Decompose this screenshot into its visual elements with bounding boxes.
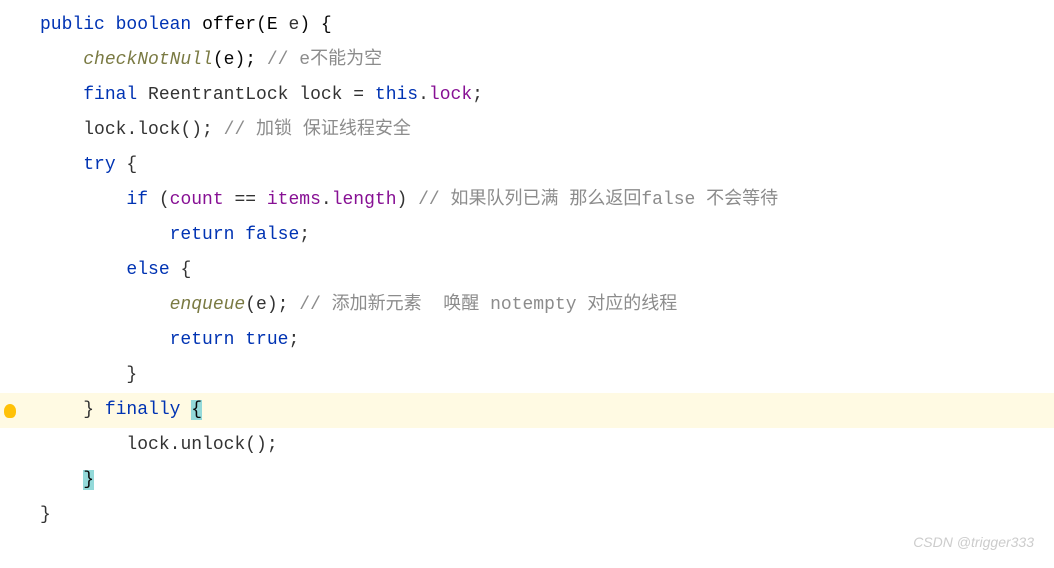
code-editor[interactable]: public boolean offer(E e) { checkNotNull… [0, 0, 1054, 533]
keyword-boolean: boolean [116, 15, 192, 35]
code-line-highlighted: } finally { [0, 393, 1054, 428]
brace: } [40, 505, 51, 525]
code-line: checkNotNull(e); // e不能为空 [40, 43, 1054, 78]
code-line: public boolean offer(E e) { [40, 8, 1054, 43]
code-line: lock.lock(); // 加锁 保证线程安全 [40, 113, 1054, 148]
semi: ; [472, 85, 483, 105]
indent [40, 260, 126, 280]
brace: { [170, 260, 192, 280]
keyword-if: if [126, 190, 148, 210]
comment: // 加锁 保证线程安全 [224, 120, 411, 140]
code-line: lock.unlock(); [40, 428, 1054, 463]
paren: ( [148, 190, 170, 210]
code-line: return true; [40, 323, 1054, 358]
obj: lock [83, 120, 126, 140]
dot: . [321, 190, 332, 210]
field: items [267, 190, 321, 210]
keyword-final: final [83, 85, 137, 105]
param-type: E [267, 15, 278, 35]
brace-matched: { [191, 400, 202, 420]
field: lock [429, 85, 472, 105]
brace: } [83, 400, 105, 420]
indent [40, 85, 83, 105]
op: == [224, 190, 267, 210]
keyword-return: return [170, 225, 235, 245]
obj: lock [126, 435, 169, 455]
call: .lock(); [126, 120, 223, 140]
method-call: checkNotNull [83, 50, 213, 70]
args: (e); [213, 50, 267, 70]
code-line: enqueue(e); // 添加新元素 唤醒 notempty 对应的线程 [40, 288, 1054, 323]
brace: { [310, 15, 332, 35]
indent [40, 435, 126, 455]
code-line: final ReentrantLock lock = this.lock; [40, 78, 1054, 113]
comment: // e不能为空 [267, 50, 382, 70]
code-line: } [40, 498, 1054, 533]
keyword-true: true [234, 330, 288, 350]
indent [40, 365, 126, 385]
method-name: offer [202, 15, 256, 35]
call: .unlock(); [170, 435, 278, 455]
watermark: CSDN @trigger333 [913, 525, 1034, 560]
indent [40, 400, 83, 420]
indent [40, 120, 83, 140]
method-call: enqueue [170, 295, 246, 315]
space [180, 400, 191, 420]
param-name: e [278, 15, 300, 35]
indent [40, 190, 126, 210]
keyword-finally: finally [105, 400, 181, 420]
indent [40, 470, 83, 490]
keyword-else: else [126, 260, 169, 280]
paren: ( [256, 15, 267, 35]
paren: ) [397, 190, 419, 210]
semi: ; [299, 225, 310, 245]
field: count [170, 190, 224, 210]
comment: // 添加新元素 唤醒 notempty 对应的线程 [299, 295, 677, 315]
code-line: try { [40, 148, 1054, 183]
keyword-public: public [40, 15, 105, 35]
indent [40, 155, 83, 175]
intention-bulb-icon[interactable] [0, 393, 20, 428]
var: lock [299, 85, 342, 105]
code-line: } [40, 463, 1054, 498]
keyword-try: try [83, 155, 115, 175]
indent [40, 330, 170, 350]
brace-matched: } [83, 470, 94, 490]
args: (e); [245, 295, 299, 315]
keyword-return: return [170, 330, 235, 350]
eq: = [342, 85, 374, 105]
keyword-this: this [375, 85, 418, 105]
indent [40, 295, 170, 315]
brace: { [116, 155, 138, 175]
indent [40, 50, 83, 70]
comment: // 如果队列已满 那么返回false 不会等待 [418, 190, 778, 210]
keyword-false: false [234, 225, 299, 245]
code-line: return false; [40, 218, 1054, 253]
prop: length [332, 190, 397, 210]
code-line: if (count == items.length) // 如果队列已满 那么返… [40, 183, 1054, 218]
code-line: else { [40, 253, 1054, 288]
code-line: } [40, 358, 1054, 393]
type: ReentrantLock [137, 85, 299, 105]
dot: . [418, 85, 429, 105]
brace: } [126, 365, 137, 385]
paren: ) [299, 15, 310, 35]
semi: ; [288, 330, 299, 350]
indent [40, 225, 170, 245]
